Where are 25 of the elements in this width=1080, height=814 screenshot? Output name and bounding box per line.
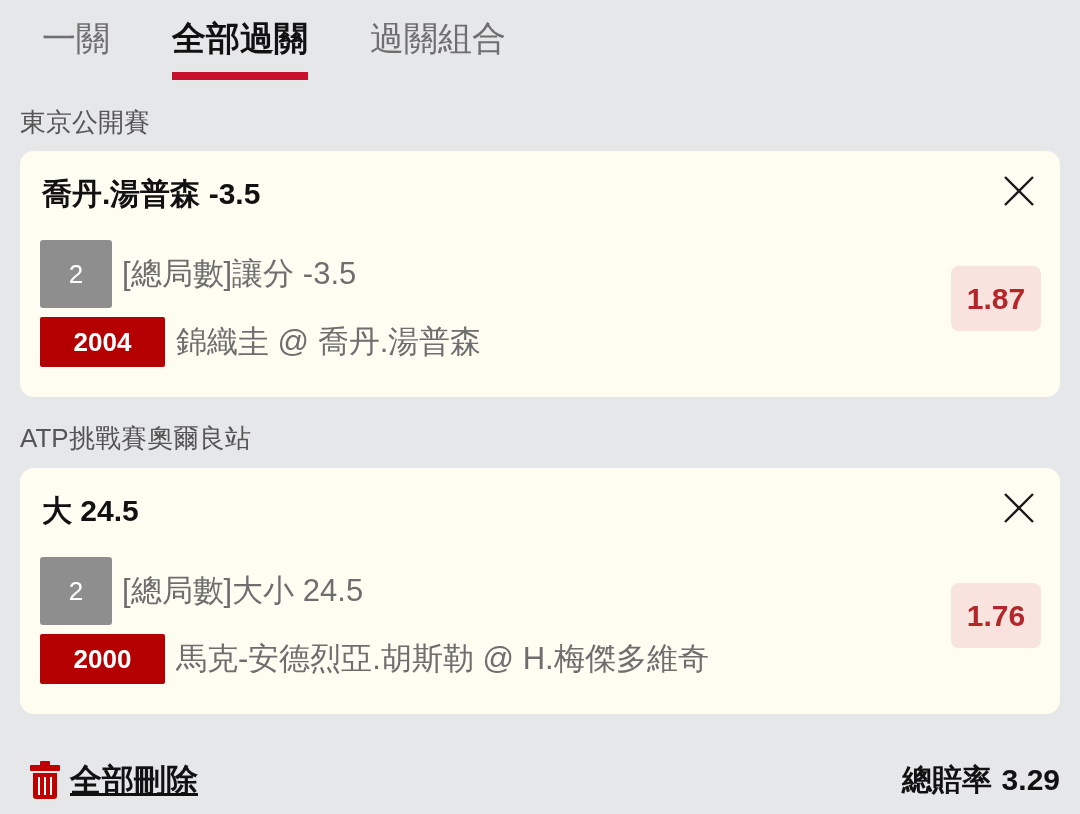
tab[interactable]: 全部過關 [172, 0, 308, 80]
match-text: 馬克-安德烈亞.胡斯勒 @ H.梅傑多維奇 [176, 640, 709, 678]
tournament-heading: ATP挑戰賽奧爾良站 [20, 422, 251, 454]
tournament-heading: 東京公開賽 [20, 106, 150, 138]
close-button[interactable] [1004, 176, 1034, 206]
delete-all-link[interactable]: 全部刪除 [70, 760, 198, 800]
odds-label: 1.76 [951, 583, 1041, 648]
match-number-tag: 2004 [40, 317, 165, 367]
match-number-tag: 2000 [40, 634, 165, 684]
market-text: [總局數]大小 24.5 [122, 572, 364, 610]
close-button[interactable] [1004, 493, 1034, 523]
match-text: 錦織圭 @ 喬丹.湯普森 [176, 323, 482, 361]
total-odds-value: 3.29 [1001, 762, 1060, 798]
trash-icon [30, 761, 60, 799]
count-tag: 2 [40, 240, 112, 308]
count-tag: 2 [40, 557, 112, 625]
odds-label: 1.87 [951, 266, 1041, 331]
selection-title: 喬丹.湯普森 -3.5 [41, 176, 261, 212]
market-text: [總局數]讓分 -3.5 [122, 255, 357, 293]
total-odds-label: 總賠率 [901, 762, 992, 798]
close-icon [1004, 176, 1034, 206]
close-icon [1004, 493, 1034, 523]
tab[interactable]: 過關組合 [370, 0, 506, 80]
tab[interactable]: 一關 [42, 0, 110, 80]
selection-title: 大 24.5 [41, 493, 139, 529]
